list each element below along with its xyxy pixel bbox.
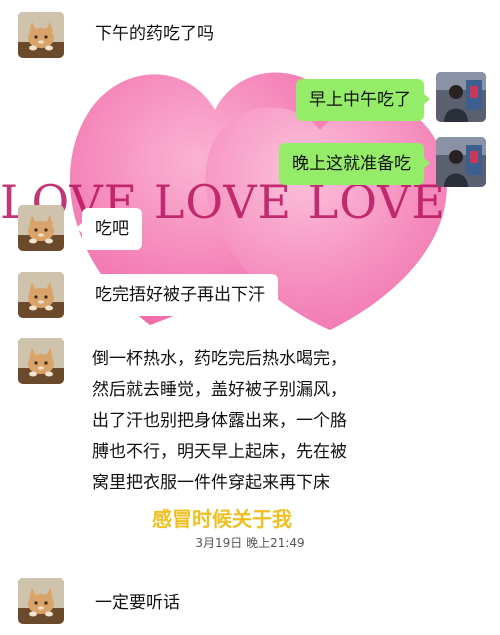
love-wallpaper-text: LOVE LOVE LOVE — [0, 175, 446, 229]
cat-avatar-icon — [18, 272, 64, 318]
overlay-caption: 感冒时候关于我 — [152, 507, 292, 531]
cat-avatar-icon — [18, 338, 64, 384]
cat-avatar-icon — [18, 12, 64, 58]
my-avatar[interactable] — [436, 137, 486, 187]
contact-avatar[interactable] — [18, 272, 64, 318]
contact-avatar[interactable] — [18, 12, 64, 58]
message-line: 窝里把衣服一件件穿起来再下床 — [92, 473, 330, 493]
message-line: 膊也不行，明天早上起床，先在被 — [92, 442, 347, 462]
cat-avatar-icon — [18, 205, 64, 251]
message-timestamp: 3月19日 晚上21:49 — [195, 536, 305, 550]
cat-avatar-icon — [18, 578, 64, 624]
received-message-bubble[interactable]: 吃完捂好被子再出下汗 — [76, 274, 278, 316]
person-photo-avatar-icon — [436, 137, 486, 187]
sent-message-bubble[interactable]: 晚上这就准备吃 — [279, 143, 430, 185]
contact-avatar[interactable] — [18, 205, 64, 251]
received-message-bubble[interactable]: 吃吧 — [76, 208, 142, 250]
message-line: 倒一杯热水，药吃完后热水喝完， — [92, 349, 347, 369]
sent-message-bubble[interactable]: 早上中午吃了 — [296, 79, 430, 121]
received-message-bubble[interactable]: 倒一杯热水，药吃完后热水喝完， 然后就去睡觉，盖好被子别漏风， 出了汗也别把身体… — [76, 340, 414, 505]
contact-avatar[interactable] — [18, 338, 64, 384]
message-line: 然后就去睡觉，盖好被子别漏风， — [92, 380, 347, 400]
my-avatar[interactable] — [436, 72, 486, 122]
received-message-bubble[interactable]: 下午的药吃了吗 — [76, 13, 227, 55]
received-message-bubble[interactable]: 一定要听话 — [76, 582, 193, 624]
contact-avatar[interactable] — [18, 578, 64, 624]
person-photo-avatar-icon — [436, 72, 486, 122]
message-line: 出了汗也别把身体露出来，一个胳 — [92, 411, 347, 431]
